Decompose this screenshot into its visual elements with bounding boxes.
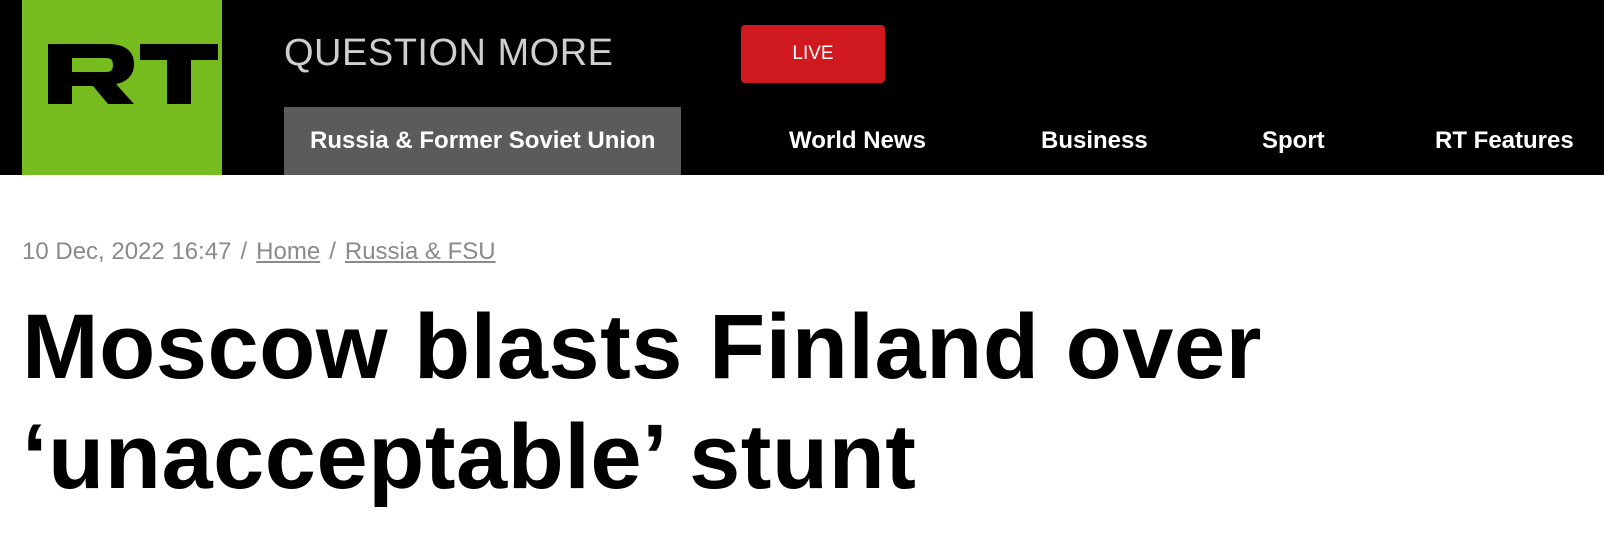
- breadcrumb-section-link[interactable]: Russia & FSU: [345, 238, 496, 265]
- live-button[interactable]: LIVE: [741, 25, 885, 83]
- site-header: QUESTION MORE LIVE Russia & Former Sovie…: [0, 0, 1604, 175]
- nav-item-world-news[interactable]: World News: [789, 107, 926, 175]
- breadcrumb-home-link[interactable]: Home: [256, 238, 320, 265]
- headline-line-2: ‘unacceptable’ stunt: [22, 406, 917, 508]
- nav-item-business[interactable]: Business: [1041, 107, 1148, 175]
- main-nav: Russia & Former Soviet Union World News …: [0, 107, 1604, 175]
- article-meta: 10 Dec, 2022 16:47 / Home / Russia & FSU: [22, 234, 496, 270]
- article-headline: Moscow blasts Finland over ‘unacceptable…: [22, 292, 1522, 512]
- breadcrumb-separator: /: [240, 238, 248, 265]
- nav-item-russia-fsu[interactable]: Russia & Former Soviet Union: [284, 107, 682, 175]
- breadcrumb-separator: /: [329, 238, 336, 265]
- headline-line-1: Moscow blasts Finland over: [22, 296, 1262, 398]
- tagline: QUESTION MORE: [284, 32, 614, 74]
- nav-item-sport[interactable]: Sport: [1262, 107, 1325, 175]
- nav-item-rt-features[interactable]: RT Features: [1435, 107, 1574, 175]
- article-timestamp: 10 Dec, 2022 16:47: [22, 238, 232, 265]
